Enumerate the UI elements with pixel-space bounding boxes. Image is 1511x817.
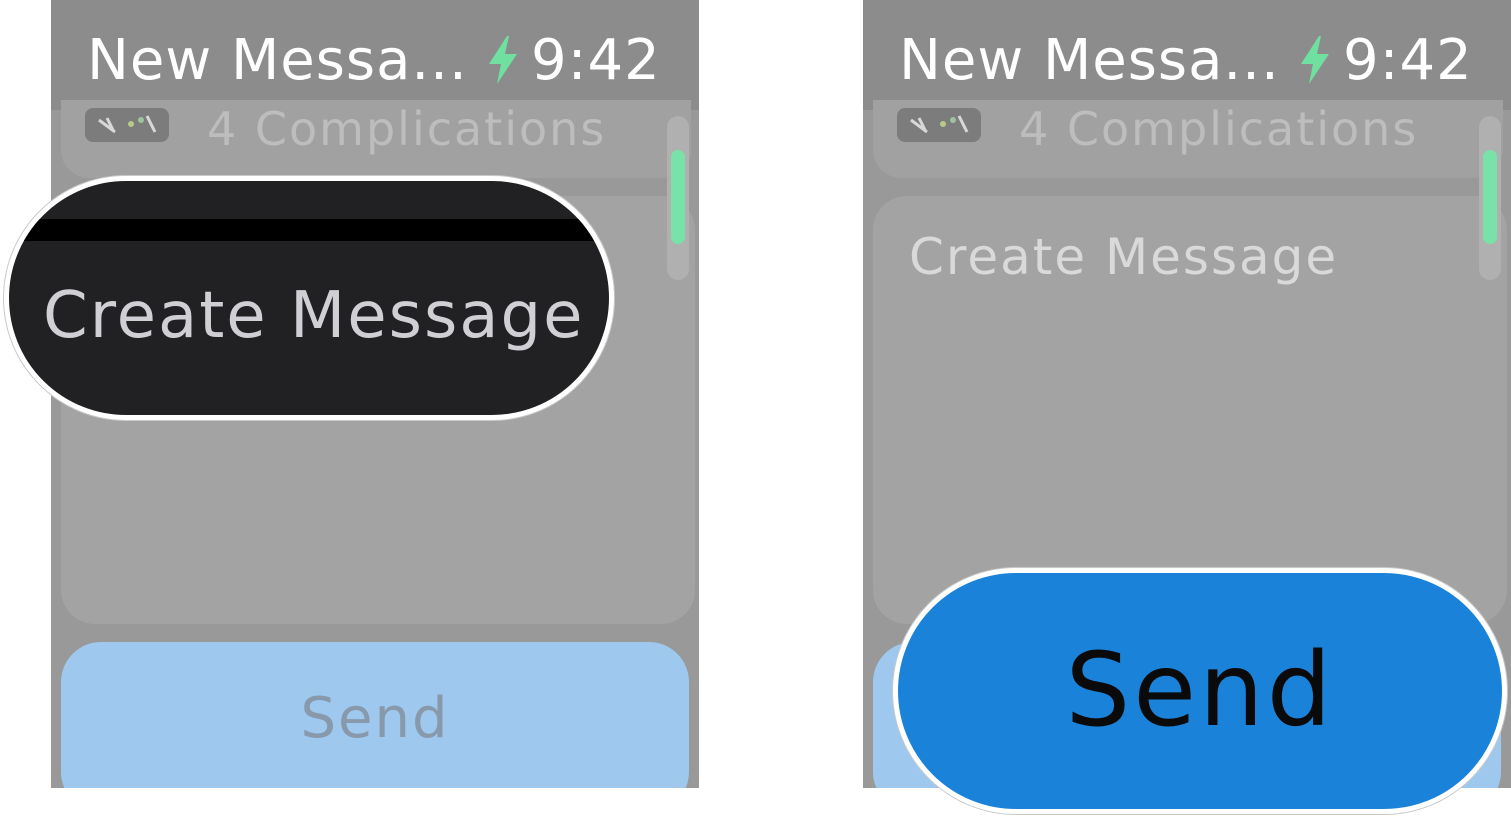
clock-time: 9:42 xyxy=(531,28,661,93)
charging-bolt-icon xyxy=(1301,36,1329,84)
status-bar: New Messa... 9:42 xyxy=(863,0,1511,110)
complications-label: 4 Complications xyxy=(1019,102,1419,156)
clock-time: 9:42 xyxy=(1343,28,1473,93)
charging-bolt-icon xyxy=(489,36,517,84)
scroll-indicator[interactable] xyxy=(671,150,685,244)
send-button-label: Send xyxy=(300,686,450,751)
send-button-label: Send xyxy=(1065,631,1335,750)
complications-label: 4 Complications xyxy=(207,102,607,156)
callout-divider xyxy=(9,219,609,241)
scroll-indicator[interactable] xyxy=(1483,150,1497,244)
complications-row[interactable]: 4 Complications xyxy=(61,100,691,178)
create-message-callout[interactable]: Create Message xyxy=(4,176,614,420)
screen-title: New Messa... xyxy=(899,28,1280,93)
send-button-dimmed[interactable]: Send xyxy=(61,642,689,788)
screen-title: New Messa... xyxy=(87,28,468,93)
message-card-label: Create Message xyxy=(909,228,1339,286)
send-button-callout[interactable]: Send xyxy=(893,568,1507,814)
complications-row[interactable]: 4 Complications xyxy=(873,100,1503,178)
create-message-label: Create Message xyxy=(43,279,585,353)
watch-face-thumbnail-icon xyxy=(897,108,981,142)
status-bar: New Messa... 9:42 xyxy=(51,0,699,110)
watch-face-thumbnail-icon xyxy=(85,108,169,142)
message-card[interactable]: Create Message xyxy=(873,196,1507,624)
